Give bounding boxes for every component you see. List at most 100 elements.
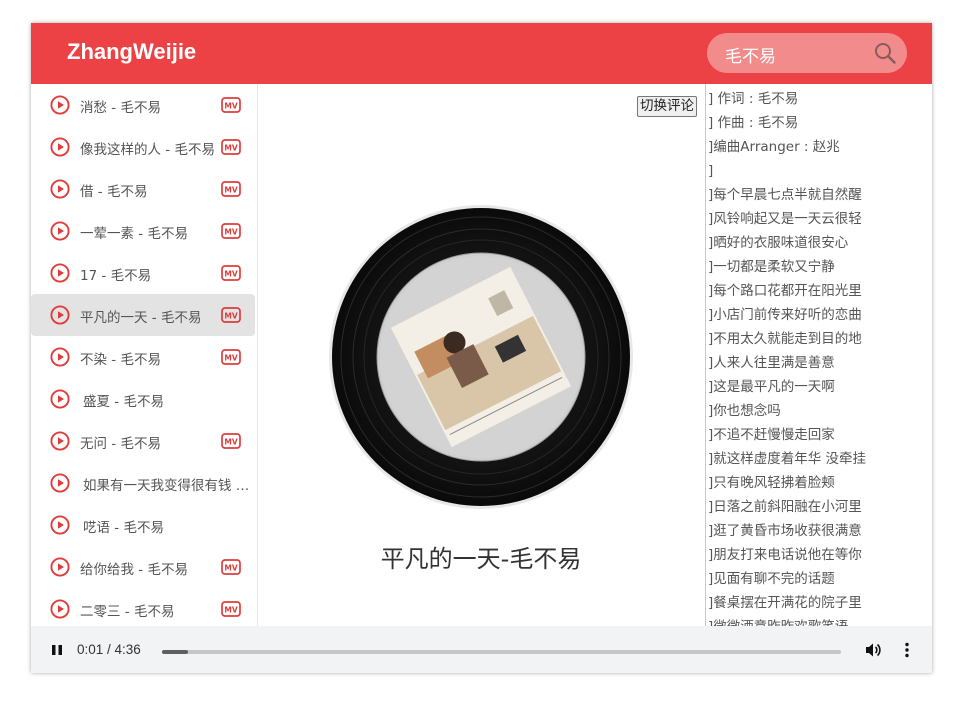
svg-text:MV: MV	[224, 102, 237, 111]
svg-text:MV: MV	[224, 228, 237, 237]
play-circle-icon[interactable]	[50, 473, 70, 493]
now-playing-panel: 切换评论 平凡的一天-毛不易	[258, 84, 704, 629]
lyric-line: ]人来人往里满是善意	[708, 355, 835, 371]
lyric-line: ]这是最平凡的一天啊	[708, 379, 835, 395]
svg-text:MV: MV	[224, 144, 237, 153]
playback-time: 0:01 / 4:36	[77, 642, 141, 657]
play-circle-icon[interactable]	[50, 347, 70, 367]
lyric-line: ]每个路口花都开在阳光里	[708, 283, 862, 299]
mv-icon[interactable]: MV	[221, 307, 241, 323]
volume-icon[interactable]	[863, 640, 883, 660]
now-playing-title: 平凡的一天-毛不易	[380, 545, 582, 573]
song-title: 平凡的一天 - 毛不易	[80, 310, 202, 326]
song-title: 17 - 毛不易	[80, 268, 152, 284]
mv-icon[interactable]: MV	[221, 601, 241, 617]
mv-icon[interactable]: MV	[221, 265, 241, 281]
mv-icon[interactable]: MV	[221, 181, 241, 197]
svg-text:MV: MV	[224, 564, 237, 573]
svg-text:MV: MV	[224, 186, 237, 195]
mv-icon[interactable]: MV	[221, 139, 241, 155]
toggle-comments-button[interactable]: 切换评论	[637, 96, 697, 117]
lyric-line: ]晒好的衣服味道很安心	[708, 235, 849, 251]
song-title: 二零三 - 毛不易	[80, 604, 175, 620]
playlist-item[interactable]: 平凡的一天 - 毛不易 MV	[31, 294, 255, 336]
lyric-line: ]不追不赶慢慢走回家	[708, 427, 835, 443]
lyric-line: ]朋友打来电话说他在等你	[708, 547, 862, 563]
song-title: 给你给我 - 毛不易	[80, 562, 188, 578]
playlist-item[interactable]: 如果有一天我变得很有钱 - 毛不易	[31, 462, 255, 504]
lyric-line: ]就这样虚度着年华 没牵挂	[708, 451, 867, 467]
playlist-item[interactable]: 一荤一素 - 毛不易 MV	[31, 210, 255, 252]
svg-text:MV: MV	[224, 438, 237, 447]
mv-icon[interactable]: MV	[221, 433, 241, 449]
lyric-line: ]	[708, 163, 714, 179]
search-input[interactable]	[723, 33, 867, 75]
play-circle-icon[interactable]	[50, 515, 70, 535]
playlist-item[interactable]: 无问 - 毛不易 MV	[31, 420, 255, 462]
playlist-item[interactable]: 二零三 - 毛不易 MV	[31, 588, 255, 629]
progress-fill	[162, 650, 188, 654]
audio-player: 0:01 / 4:36	[31, 626, 932, 673]
lyric-line: ]风铃响起又是一天云很轻	[708, 211, 862, 227]
playlist-item[interactable]: 不染 - 毛不易 MV	[31, 336, 255, 378]
lyric-line: ] 作词 : 毛不易	[708, 91, 799, 107]
more-vert-icon[interactable]	[897, 640, 917, 660]
play-circle-icon[interactable]	[50, 599, 70, 619]
pause-icon[interactable]	[49, 642, 65, 658]
playlist-item[interactable]: 给你给我 - 毛不易 MV	[31, 546, 255, 588]
play-circle-icon[interactable]	[50, 389, 70, 409]
song-title: 不染 - 毛不易	[80, 352, 161, 368]
lyric-line: ]小店门前传来好听的恋曲	[708, 307, 862, 323]
song-title: 消愁 - 毛不易	[80, 100, 161, 116]
song-title: 呓语 - 毛不易	[83, 520, 164, 536]
playlist-item[interactable]: 盛夏 - 毛不易	[31, 378, 255, 420]
play-circle-icon[interactable]	[50, 263, 70, 283]
song-title: 盛夏 - 毛不易	[83, 394, 164, 410]
mv-icon[interactable]: MV	[221, 223, 241, 239]
song-title: 如果有一天我变得很有钱 - 毛不易	[83, 478, 253, 494]
play-circle-icon[interactable]	[50, 431, 70, 451]
lyric-line: ]只有晚风轻拂着脸颊	[708, 475, 835, 491]
lyric-line: ]编曲Arranger : 赵兆	[708, 139, 840, 155]
mv-icon[interactable]: MV	[221, 559, 241, 575]
playlist-item[interactable]: 消愁 - 毛不易 MV	[31, 84, 255, 126]
brand-title: ZhangWeijie	[67, 39, 197, 64]
lyric-line: ]见面有聊不完的话题	[708, 571, 835, 587]
song-title: 无问 - 毛不易	[80, 436, 161, 452]
playlist: 消愁 - 毛不易 MV 像我这样的人 - 毛不易 MV 借 - 毛不易 MV 一荤一素 - …	[31, 84, 258, 629]
playlist-item[interactable]: 呓语 - 毛不易	[31, 504, 255, 546]
lyric-line: ]日落之前斜阳融在小河里	[708, 499, 862, 515]
lyric-line: ]餐桌摆在开满花的院子里	[708, 595, 862, 611]
svg-text:MV: MV	[224, 354, 237, 363]
music-app: ZhangWeijie 消愁 - 毛不易MV像我这样的人 - 毛不易MV借 - …	[31, 23, 932, 673]
lyric-line: ]不用太久就能走到目的地	[708, 331, 862, 347]
song-title: 借 - 毛不易	[80, 184, 148, 200]
lyric-line: ]一切都是柔软又宁静	[708, 259, 835, 275]
progress-bar[interactable]	[162, 650, 841, 654]
play-circle-icon[interactable]	[50, 305, 70, 325]
play-circle-icon[interactable]	[50, 221, 70, 241]
search-box[interactable]	[707, 33, 907, 75]
play-circle-icon[interactable]	[50, 95, 70, 115]
play-circle-icon[interactable]	[50, 179, 70, 199]
svg-text:MV: MV	[224, 312, 237, 321]
playlist-item[interactable]: 17 - 毛不易 MV	[31, 252, 255, 294]
mv-icon[interactable]: MV	[221, 349, 241, 365]
svg-text:MV: MV	[224, 606, 237, 615]
song-title: 像我这样的人 - 毛不易	[80, 142, 215, 158]
playlist-item[interactable]: 像我这样的人 - 毛不易 MV	[31, 126, 255, 168]
lyrics-panel[interactable]: ] 作词 : 毛不易 ] 作曲 : 毛不易 ]编曲Arranger : 赵兆] ]每个…	[705, 84, 932, 629]
lyric-line: ]每个早晨七点半就自然醒	[708, 187, 862, 203]
header-bar: ZhangWeijie	[31, 23, 932, 84]
playlist-item[interactable]: 借 - 毛不易 MV	[31, 168, 255, 210]
song-title: 一荤一素 - 毛不易	[80, 226, 188, 242]
play-circle-icon[interactable]	[50, 137, 70, 157]
vinyl-record-icon	[329, 205, 633, 509]
lyric-line: ]逛了黄昏市场收获很满意	[708, 523, 862, 539]
svg-text:MV: MV	[224, 270, 237, 279]
lyric-line: ] 作曲 : 毛不易	[708, 115, 799, 131]
lyric-line: ]你也想念吗	[708, 403, 781, 419]
mv-icon[interactable]: MV	[221, 97, 241, 113]
play-circle-icon[interactable]	[50, 557, 70, 577]
search-icon[interactable]	[873, 41, 897, 65]
